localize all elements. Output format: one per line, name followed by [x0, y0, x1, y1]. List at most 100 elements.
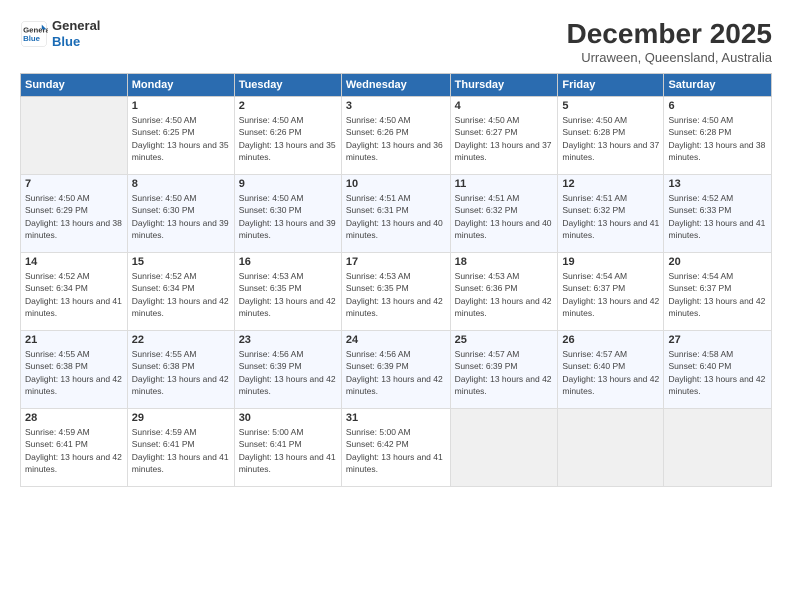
- day-number: 28: [25, 412, 123, 424]
- calendar-cell: 1 Sunrise: 4:50 AMSunset: 6:25 PMDaylight…: [127, 97, 234, 175]
- day-number: 3: [346, 100, 446, 112]
- logo-text: General Blue: [52, 18, 100, 49]
- calendar-cell: 25 Sunrise: 4:57 AMSunset: 6:39 PMDayligh…: [450, 331, 558, 409]
- logo: General Blue General Blue: [20, 18, 100, 49]
- day-number: 1: [132, 100, 230, 112]
- day-info: Sunrise: 4:54 AMSunset: 6:37 PMDaylight:…: [668, 270, 767, 319]
- day-info: Sunrise: 4:55 AMSunset: 6:38 PMDaylight:…: [132, 348, 230, 397]
- day-number: 6: [668, 100, 767, 112]
- calendar-cell: [664, 409, 772, 487]
- calendar-cell: 21 Sunrise: 4:55 AMSunset: 6:38 PMDayligh…: [21, 331, 128, 409]
- day-number: 13: [668, 178, 767, 190]
- svg-text:General: General: [23, 25, 48, 34]
- calendar-cell: 7Sunrise: 4:50 AMSunset: 6:29 PMDaylight…: [21, 175, 128, 253]
- calendar-cell: 30Sunrise: 5:00 AMSunset: 6:41 PMDayligh…: [234, 409, 341, 487]
- calendar-table: SundayMondayTuesdayWednesdayThursdayFrid…: [20, 73, 772, 487]
- calendar-cell: 4 Sunrise: 4:50 AMSunset: 6:27 PMDaylight…: [450, 97, 558, 175]
- week-row-2: 7Sunrise: 4:50 AMSunset: 6:29 PMDaylight…: [21, 175, 772, 253]
- day-number: 11: [455, 178, 554, 190]
- calendar-cell: 19 Sunrise: 4:54 AMSunset: 6:37 PMDayligh…: [558, 253, 664, 331]
- calendar-cell: 27 Sunrise: 4:58 AMSunset: 6:40 PMDayligh…: [664, 331, 772, 409]
- page: General Blue General Blue December 2025 …: [0, 0, 792, 612]
- day-info: Sunrise: 4:57 AMSunset: 6:40 PMDaylight:…: [562, 348, 659, 397]
- calendar-cell: 11 Sunrise: 4:51 AMSunset: 6:32 PMDayligh…: [450, 175, 558, 253]
- day-info: Sunrise: 4:50 AMSunset: 6:30 PMDaylight:…: [239, 192, 337, 241]
- day-info: Sunrise: 4:53 AMSunset: 6:35 PMDaylight:…: [346, 270, 446, 319]
- col-header-monday: Monday: [127, 74, 234, 97]
- col-header-sunday: Sunday: [21, 74, 128, 97]
- day-number: 8: [132, 178, 230, 190]
- day-info: Sunrise: 4:50 AMSunset: 6:26 PMDaylight:…: [346, 114, 446, 163]
- calendar-cell: 12Sunrise: 4:51 AMSunset: 6:32 PMDayligh…: [558, 175, 664, 253]
- day-number: 31: [346, 412, 446, 424]
- col-header-saturday: Saturday: [664, 74, 772, 97]
- day-info: Sunrise: 4:56 AMSunset: 6:39 PMDaylight:…: [346, 348, 446, 397]
- day-info: Sunrise: 4:55 AMSunset: 6:38 PMDaylight:…: [25, 348, 123, 397]
- logo-icon: General Blue: [20, 20, 48, 48]
- day-info: Sunrise: 4:50 AMSunset: 6:25 PMDaylight:…: [132, 114, 230, 163]
- day-number: 5: [562, 100, 659, 112]
- day-number: 2: [239, 100, 337, 112]
- day-number: 15: [132, 256, 230, 268]
- header: General Blue General Blue December 2025 …: [20, 18, 772, 65]
- day-number: 12: [562, 178, 659, 190]
- day-info: Sunrise: 4:59 AMSunset: 6:41 PMDaylight:…: [132, 426, 230, 475]
- week-row-4: 21 Sunrise: 4:55 AMSunset: 6:38 PMDayligh…: [21, 331, 772, 409]
- svg-text:Blue: Blue: [23, 34, 41, 43]
- day-info: Sunrise: 4:51 AMSunset: 6:31 PMDaylight:…: [346, 192, 446, 241]
- day-info: Sunrise: 4:53 AMSunset: 6:35 PMDaylight:…: [239, 270, 337, 319]
- day-info: Sunrise: 4:58 AMSunset: 6:40 PMDaylight:…: [668, 348, 767, 397]
- day-info: Sunrise: 4:54 AMSunset: 6:37 PMDaylight:…: [562, 270, 659, 319]
- calendar-cell: 29Sunrise: 4:59 AMSunset: 6:41 PMDayligh…: [127, 409, 234, 487]
- calendar-cell: 24 Sunrise: 4:56 AMSunset: 6:39 PMDayligh…: [341, 331, 450, 409]
- calendar-cell: 10 Sunrise: 4:51 AMSunset: 6:31 PMDayligh…: [341, 175, 450, 253]
- day-info: Sunrise: 4:50 AMSunset: 6:28 PMDaylight:…: [562, 114, 659, 163]
- day-number: 14: [25, 256, 123, 268]
- calendar-cell: 2Sunrise: 4:50 AMSunset: 6:26 PMDaylight…: [234, 97, 341, 175]
- day-info: Sunrise: 4:57 AMSunset: 6:39 PMDaylight:…: [455, 348, 554, 397]
- calendar-cell: 8 Sunrise: 4:50 AMSunset: 6:30 PMDaylight…: [127, 175, 234, 253]
- logo-line1: General: [52, 18, 100, 34]
- week-row-3: 14 Sunrise: 4:52 AMSunset: 6:34 PMDayligh…: [21, 253, 772, 331]
- calendar-cell: [558, 409, 664, 487]
- day-info: Sunrise: 4:52 AMSunset: 6:34 PMDaylight:…: [25, 270, 123, 319]
- day-info: Sunrise: 4:53 AMSunset: 6:36 PMDaylight:…: [455, 270, 554, 319]
- calendar-cell: 26 Sunrise: 4:57 AMSunset: 6:40 PMDayligh…: [558, 331, 664, 409]
- day-number: 4: [455, 100, 554, 112]
- calendar-cell: 28 Sunrise: 4:59 AMSunset: 6:41 PMDayligh…: [21, 409, 128, 487]
- calendar-cell: 13 Sunrise: 4:52 AMSunset: 6:33 PMDayligh…: [664, 175, 772, 253]
- day-number: 24: [346, 334, 446, 346]
- day-info: Sunrise: 4:50 AMSunset: 6:27 PMDaylight:…: [455, 114, 554, 163]
- day-number: 26: [562, 334, 659, 346]
- calendar-cell: 9 Sunrise: 4:50 AMSunset: 6:30 PMDaylight…: [234, 175, 341, 253]
- day-number: 19: [562, 256, 659, 268]
- day-info: Sunrise: 4:51 AMSunset: 6:32 PMDaylight:…: [455, 192, 554, 241]
- day-info: Sunrise: 5:00 AMSunset: 6:41 PMDaylight:…: [239, 426, 337, 475]
- col-header-wednesday: Wednesday: [341, 74, 450, 97]
- calendar-cell: 31 Sunrise: 5:00 AMSunset: 6:42 PMDayligh…: [341, 409, 450, 487]
- day-info: Sunrise: 4:52 AMSunset: 6:33 PMDaylight:…: [668, 192, 767, 241]
- calendar-cell: 20 Sunrise: 4:54 AMSunset: 6:37 PMDayligh…: [664, 253, 772, 331]
- day-number: 20: [668, 256, 767, 268]
- week-row-1: 1 Sunrise: 4:50 AMSunset: 6:25 PMDaylight…: [21, 97, 772, 175]
- calendar-cell: 3 Sunrise: 4:50 AMSunset: 6:26 PMDaylight…: [341, 97, 450, 175]
- day-number: 10: [346, 178, 446, 190]
- day-info: Sunrise: 4:59 AMSunset: 6:41 PMDaylight:…: [25, 426, 123, 475]
- col-header-friday: Friday: [558, 74, 664, 97]
- day-number: 25: [455, 334, 554, 346]
- logo-line2: Blue: [52, 34, 100, 50]
- location-subtitle: Urraween, Queensland, Australia: [567, 50, 772, 65]
- col-header-thursday: Thursday: [450, 74, 558, 97]
- day-info: Sunrise: 5:00 AMSunset: 6:42 PMDaylight:…: [346, 426, 446, 475]
- day-info: Sunrise: 4:50 AMSunset: 6:30 PMDaylight:…: [132, 192, 230, 241]
- calendar-cell: 23Sunrise: 4:56 AMSunset: 6:39 PMDayligh…: [234, 331, 341, 409]
- day-number: 9: [239, 178, 337, 190]
- day-number: 21: [25, 334, 123, 346]
- title-block: December 2025 Urraween, Queensland, Aust…: [567, 18, 772, 65]
- week-row-5: 28 Sunrise: 4:59 AMSunset: 6:41 PMDayligh…: [21, 409, 772, 487]
- calendar-cell: [21, 97, 128, 175]
- day-number: 23: [239, 334, 337, 346]
- calendar-cell: [450, 409, 558, 487]
- day-number: 27: [668, 334, 767, 346]
- calendar-cell: 17Sunrise: 4:53 AMSunset: 6:35 PMDayligh…: [341, 253, 450, 331]
